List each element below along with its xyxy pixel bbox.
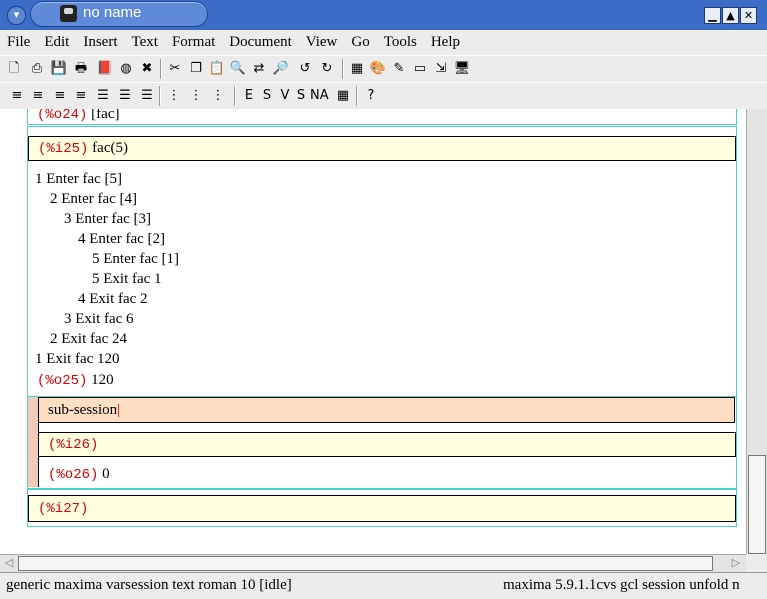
indent-icon[interactable]: ☰ bbox=[94, 87, 112, 105]
app-icon bbox=[60, 5, 77, 22]
new-document-icon[interactable]: 🗋 bbox=[5, 60, 23, 78]
trace-line: 1 Enter fac [5] bbox=[35, 171, 123, 187]
maximize-button[interactable]: ▲ bbox=[722, 7, 739, 24]
scroll-corner bbox=[746, 554, 767, 571]
value-o26: 0 bbox=[102, 466, 110, 482]
strong-icon[interactable]: S bbox=[258, 87, 276, 105]
table-icon[interactable]: ▦ bbox=[348, 60, 366, 78]
trace-line: 4 Exit fac 2 bbox=[78, 291, 148, 307]
close-button[interactable]: ✕ bbox=[740, 7, 757, 24]
trace-line: 4 Enter fac [2] bbox=[78, 231, 166, 247]
menu-help[interactable]: Help bbox=[424, 34, 467, 51]
input-i26[interactable]: (%i26) bbox=[38, 432, 736, 457]
trace-line: 3 Enter fac [3] bbox=[64, 211, 152, 227]
toolbar-separator bbox=[342, 59, 344, 79]
output-o25: (%o25) 120 bbox=[37, 372, 114, 389]
print-icon[interactable]: 🖶 bbox=[72, 60, 90, 78]
window-menu-button[interactable]: ▾ bbox=[7, 6, 26, 25]
trace-line: 2 Exit fac 24 bbox=[50, 331, 128, 347]
status-left: generic maxima varsession text roman 10 … bbox=[6, 577, 292, 593]
cut-icon[interactable]: ✂ bbox=[166, 60, 184, 78]
frame-icon[interactable]: ▭ bbox=[411, 60, 429, 78]
open-icon[interactable]: ⎙ bbox=[28, 60, 46, 78]
prompt-i26: (%i26) bbox=[48, 437, 99, 453]
outdent-icon[interactable]: ☰ bbox=[116, 87, 134, 105]
align-justify-icon[interactable]: ≡ bbox=[72, 87, 90, 105]
book-icon[interactable]: 📕 bbox=[96, 60, 114, 78]
block-icon[interactable]: ☰ bbox=[138, 87, 156, 105]
paint-icon[interactable]: 🎨 bbox=[369, 60, 387, 78]
menu-insert[interactable]: Insert bbox=[76, 34, 124, 51]
redo-icon[interactable]: ↻ bbox=[318, 60, 336, 78]
toolbar-separator bbox=[160, 59, 162, 79]
zoom-icon[interactable]: 🔎 bbox=[272, 60, 290, 78]
replace-icon[interactable]: ⇄ bbox=[250, 60, 268, 78]
trace-line: 2 Enter fac [4] bbox=[50, 191, 138, 207]
trace-line: 1 Exit fac 120 bbox=[35, 351, 120, 367]
menu-file[interactable]: File bbox=[0, 34, 37, 51]
toolbar-separator bbox=[159, 86, 161, 106]
name-icon[interactable]: NA bbox=[310, 87, 329, 105]
value-o24: [fac] bbox=[91, 109, 120, 122]
align-right-icon[interactable]: ≡ bbox=[51, 87, 69, 105]
sans-serif-icon[interactable]: S bbox=[292, 87, 310, 105]
help-icon[interactable]: ? bbox=[362, 87, 380, 105]
prompt-i27: (%i27) bbox=[38, 501, 89, 517]
format-toolbar: ≡ ≡ ≡ ≡ ☰ ☰ ☰ ⋮ ⋮ ⋮ E S V S NA ▦? bbox=[0, 82, 767, 110]
document-area[interactable]: (%o24) [fac] (%i25) fac(5) 1 Enter fac [… bbox=[0, 109, 746, 554]
menu-tools[interactable]: Tools bbox=[377, 34, 424, 51]
prompt-o24: (%o24) bbox=[37, 109, 88, 123]
toolbar-separator bbox=[356, 86, 358, 106]
trace-line: 3 Exit fac 6 bbox=[64, 311, 134, 327]
input-i25[interactable]: (%i25) fac(5) bbox=[28, 136, 736, 161]
numbered-list-icon[interactable]: ⋮ bbox=[187, 87, 205, 105]
close-red-x-icon[interactable]: ✖ bbox=[138, 60, 156, 78]
menu-format[interactable]: Format bbox=[165, 34, 222, 51]
prompt-i25: (%i25) bbox=[38, 141, 89, 157]
menu-document[interactable]: Document bbox=[222, 34, 298, 51]
menu-bar: File Edit Insert Text Format Document Vi… bbox=[0, 30, 767, 55]
cell-o24 bbox=[27, 109, 737, 125]
menu-go[interactable]: Go bbox=[344, 34, 376, 51]
main-toolbar: 🗋 ⎙ 💾 🖶 📕 ◍ ✖ ✂ ❐ 📋 🔍 ⇄ 🔎 ↺ ↻ ▦ 🎨 ✎ ▭ ⇲ 🖥 bbox=[0, 55, 767, 83]
status-right: maxima 5.9.1.1cvs gcl session unfold n bbox=[503, 577, 740, 593]
trace-line: 5 Enter fac [1] bbox=[92, 251, 180, 267]
menu-view[interactable]: View bbox=[299, 34, 345, 51]
bullet-list-icon[interactable]: ⋮ bbox=[165, 87, 183, 105]
description-list-icon[interactable]: ⋮ bbox=[209, 87, 227, 105]
prompt-o25: (%o25) bbox=[37, 373, 88, 389]
subsession-header[interactable]: sub-session| bbox=[38, 397, 735, 423]
output-o24: (%o24) [fac] bbox=[37, 109, 119, 123]
scroll-right-arrow-icon[interactable]: ▷ bbox=[729, 556, 743, 569]
color-palette-icon[interactable]: ▦ bbox=[334, 87, 352, 105]
emphasize-icon[interactable]: E bbox=[240, 87, 258, 105]
input-text-i25[interactable]: fac(5) bbox=[92, 140, 128, 156]
horizontal-scroll-thumb[interactable] bbox=[18, 556, 713, 571]
output-o26: (%o26) 0 bbox=[48, 466, 110, 483]
subsession-title[interactable]: sub-session bbox=[48, 402, 117, 418]
globe-icon[interactable]: ◍ bbox=[117, 60, 135, 78]
menu-text[interactable]: Text bbox=[125, 34, 165, 51]
monitor-icon[interactable]: 🖥 bbox=[453, 60, 471, 78]
vertical-scroll-thumb[interactable] bbox=[748, 455, 766, 554]
input-i27[interactable]: (%i27) bbox=[28, 495, 736, 522]
align-center-icon[interactable]: ≡ bbox=[29, 87, 47, 105]
scroll-left-arrow-icon[interactable]: ◁ bbox=[2, 556, 16, 569]
pencil-icon[interactable]: ✎ bbox=[390, 60, 408, 78]
paste-icon[interactable]: 📋 bbox=[208, 60, 226, 78]
minimize-button[interactable]: ▁ bbox=[704, 7, 721, 24]
menu-edit[interactable]: Edit bbox=[37, 34, 76, 51]
undo-icon[interactable]: ↺ bbox=[296, 60, 314, 78]
toolbar-separator bbox=[234, 86, 236, 106]
prompt-o26: (%o26) bbox=[48, 467, 99, 483]
copy-icon[interactable]: ❐ bbox=[187, 60, 205, 78]
align-left-icon[interactable]: ≡ bbox=[8, 87, 26, 105]
find-icon[interactable]: 🔍 bbox=[229, 60, 247, 78]
text-cursor: | bbox=[117, 402, 121, 418]
value-o25: 120 bbox=[91, 372, 114, 388]
save-icon[interactable]: 💾 bbox=[50, 60, 68, 78]
trace-line: 5 Exit fac 1 bbox=[92, 271, 162, 287]
window-title: no name bbox=[83, 4, 142, 21]
transform-icon[interactable]: ⇲ bbox=[432, 60, 450, 78]
